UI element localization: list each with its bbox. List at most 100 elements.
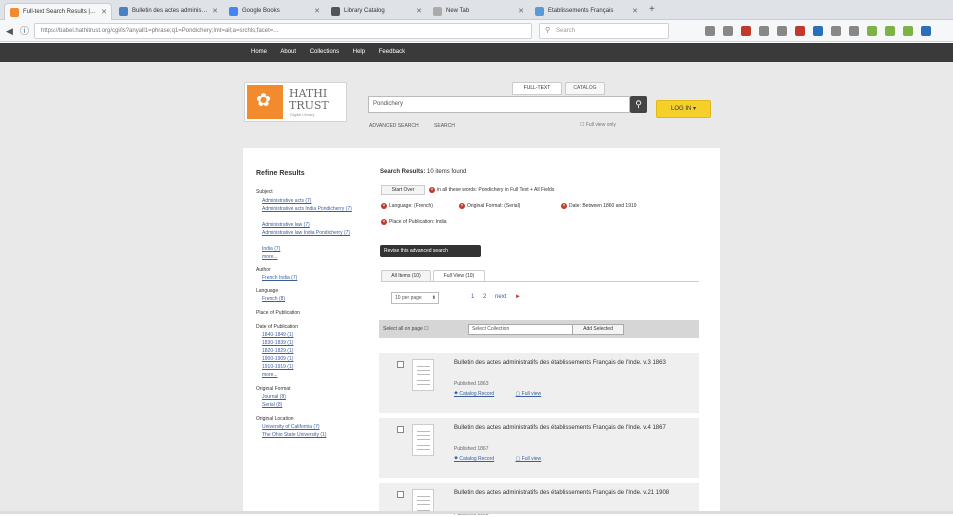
browser-tab[interactable]: New Tab ✕ (428, 3, 528, 20)
nav-collections-link[interactable]: Collections (310, 49, 339, 55)
close-tab-icon[interactable]: ✕ (101, 4, 107, 21)
revise-search-button[interactable]: Revise this advanced search (380, 245, 481, 257)
hathitrust-logo[interactable]: ✿ HATHI TRUST Digital Library (244, 82, 347, 122)
hathitrust-favicon (10, 8, 19, 17)
extension-icon[interactable] (921, 26, 931, 36)
filter-chip[interactable]: × Date: Between 1860 and 1919 (561, 201, 637, 211)
nav-feedback-link[interactable]: Feedback (379, 49, 405, 55)
facet-value-link[interactable]: French (8) (262, 296, 285, 302)
extension-icon[interactable] (903, 26, 913, 36)
browser-search-box[interactable]: ⚲ Search (539, 23, 669, 39)
advanced-search-link[interactable]: ADVANCED SEARCH (369, 123, 419, 129)
extension-icon[interactable] (723, 26, 733, 36)
extension-icon[interactable] (849, 26, 859, 36)
filter-chip[interactable]: × Original Format: (Serial) (459, 201, 520, 211)
search-input[interactable]: Pondichery (368, 96, 630, 113)
collection-select[interactable]: Select Collection (468, 324, 574, 335)
item-title[interactable]: Bulletin des actes administratifs des ét… (454, 424, 689, 432)
facet-value-link[interactable]: Administrative law India Pondicherry (7) (262, 230, 370, 237)
tab-full-text[interactable]: FULL-TEXT (512, 82, 562, 95)
close-tab-icon[interactable]: ✕ (518, 3, 524, 20)
facet-value-link[interactable]: University of California (7) (262, 424, 320, 430)
facet-value-link[interactable]: Journal (8) (262, 394, 286, 400)
facet-value-link[interactable]: 1840-1849 (1) (262, 332, 293, 338)
facet-value-link[interactable]: Administrative acts (7) (262, 198, 311, 204)
item-thumbnail[interactable] (412, 424, 434, 456)
item-thumbnail[interactable] (412, 359, 434, 391)
close-tab-icon[interactable]: ✕ (632, 3, 638, 20)
browser-toolbar: ◀ ⓘ https://babel.hathitrust.org/cgi/ls?… (0, 20, 953, 42)
nav-home-link[interactable]: Home (251, 49, 267, 55)
page-link[interactable]: 1 (471, 294, 474, 300)
per-page-select[interactable]: 10 per page ⬍ (391, 292, 439, 304)
catalog-record-link[interactable]: ⯁ Catalog Record (454, 391, 504, 397)
extension-icon[interactable] (813, 26, 823, 36)
facet-value-link[interactable]: 1910-1919 (1) (262, 364, 293, 370)
full-view-link[interactable]: ▢ Full view (516, 456, 552, 462)
facet-value-link[interactable]: 1900-1909 (1) (262, 356, 293, 362)
select-all-checkbox[interactable]: Select all on page ☐ (383, 320, 429, 338)
add-selected-button[interactable]: Add Selected (572, 324, 624, 335)
filter-chip[interactable]: × Place of Publication: India (381, 217, 447, 227)
facet-more-link[interactable]: more... (262, 372, 278, 378)
extension-icon[interactable] (885, 26, 895, 36)
browser-tab[interactable]: Bulletin des actes administratifs ✕ (114, 3, 222, 20)
facet-value-link[interactable]: Serial (8) (262, 402, 282, 408)
remove-filter-icon[interactable]: × (561, 202, 567, 209)
back-icon[interactable]: ◀ (6, 24, 13, 38)
item-title[interactable]: Bulletin des actes administratifs des ét… (454, 359, 689, 367)
browser-tab[interactable]: Full-text Search Results | Hathi ✕ (4, 3, 112, 20)
new-tab-button[interactable]: + (649, 3, 655, 17)
filter-chip[interactable]: × Language: (French) (381, 201, 433, 211)
browser-tab[interactable]: Etablissements Français ✕ (530, 3, 642, 20)
facet-value-link[interactable]: French India (7) (262, 275, 297, 281)
extension-icon[interactable] (759, 26, 769, 36)
tab-catalog[interactable]: CATALOG (565, 82, 605, 95)
remove-filter-icon[interactable]: × (459, 202, 465, 209)
facet-more-link[interactable]: more... (262, 254, 278, 260)
page-favicon (331, 7, 340, 16)
search-button[interactable]: ⚲ (630, 96, 647, 113)
address-bar[interactable]: https://babel.hathitrust.org/cgi/ls?anya… (34, 23, 532, 39)
login-button[interactable]: LOG IN ▾ (656, 100, 711, 118)
extension-icon[interactable] (795, 26, 805, 36)
filter-chip[interactable]: × in all these words: Pondichery in Full … (429, 185, 554, 195)
remove-filter-icon[interactable]: × (429, 186, 435, 193)
browser-tab[interactable]: Google Books ✕ (224, 3, 324, 20)
next-page-link[interactable]: next ► (495, 294, 528, 300)
extension-icon[interactable] (831, 26, 841, 36)
extension-icon[interactable] (705, 26, 715, 36)
remove-filter-icon[interactable]: × (381, 218, 387, 225)
remove-filter-icon[interactable]: × (381, 202, 387, 209)
close-tab-icon[interactable]: ✕ (212, 3, 218, 20)
extension-icon[interactable] (741, 26, 751, 36)
extension-icon[interactable] (777, 26, 787, 36)
facet-value-link[interactable]: Administrative acts India Pondicherry (7… (262, 206, 370, 213)
nav-help-link[interactable]: Help (353, 49, 365, 55)
catalog-record-link[interactable]: ⯁ Catalog Record (454, 456, 504, 462)
facet-value-link[interactable]: Administrative law (7) (262, 222, 310, 228)
facet-value-link[interactable]: 1830-1839 (1) (262, 340, 293, 346)
full-view-link[interactable]: ▢ Full view (516, 391, 552, 397)
nav-about-link[interactable]: About (280, 49, 296, 55)
search-tips-link[interactable]: SEARCH (434, 123, 455, 129)
browser-tab[interactable]: Library Catalog ✕ (326, 3, 426, 20)
page-favicon (433, 7, 442, 16)
extension-icon[interactable] (867, 26, 877, 36)
facet-value-link[interactable]: The Ohio State University (1) (262, 432, 326, 438)
start-over-button[interactable]: Start Over (381, 185, 425, 195)
facet-value-link[interactable]: India (7) (262, 246, 280, 252)
facet-value-link[interactable]: 1820-1829 (1) (262, 348, 293, 354)
search-options: ADVANCED SEARCH SEARCH (369, 123, 469, 129)
result-item: Bulletin des actes administratifs des ét… (379, 353, 699, 413)
info-icon[interactable]: ⓘ (20, 24, 29, 38)
item-checkbox[interactable] (397, 491, 404, 498)
item-title[interactable]: Bulletin des actes administratifs des ét… (454, 489, 689, 497)
close-tab-icon[interactable]: ✕ (314, 3, 320, 20)
pagination: 1 2 next ► (471, 294, 535, 300)
page-link[interactable]: 2 (483, 294, 486, 300)
full-view-only-checkbox[interactable]: ☐ Full view only (580, 122, 616, 128)
close-tab-icon[interactable]: ✕ (416, 3, 422, 20)
item-checkbox[interactable] (397, 361, 404, 368)
item-checkbox[interactable] (397, 426, 404, 433)
